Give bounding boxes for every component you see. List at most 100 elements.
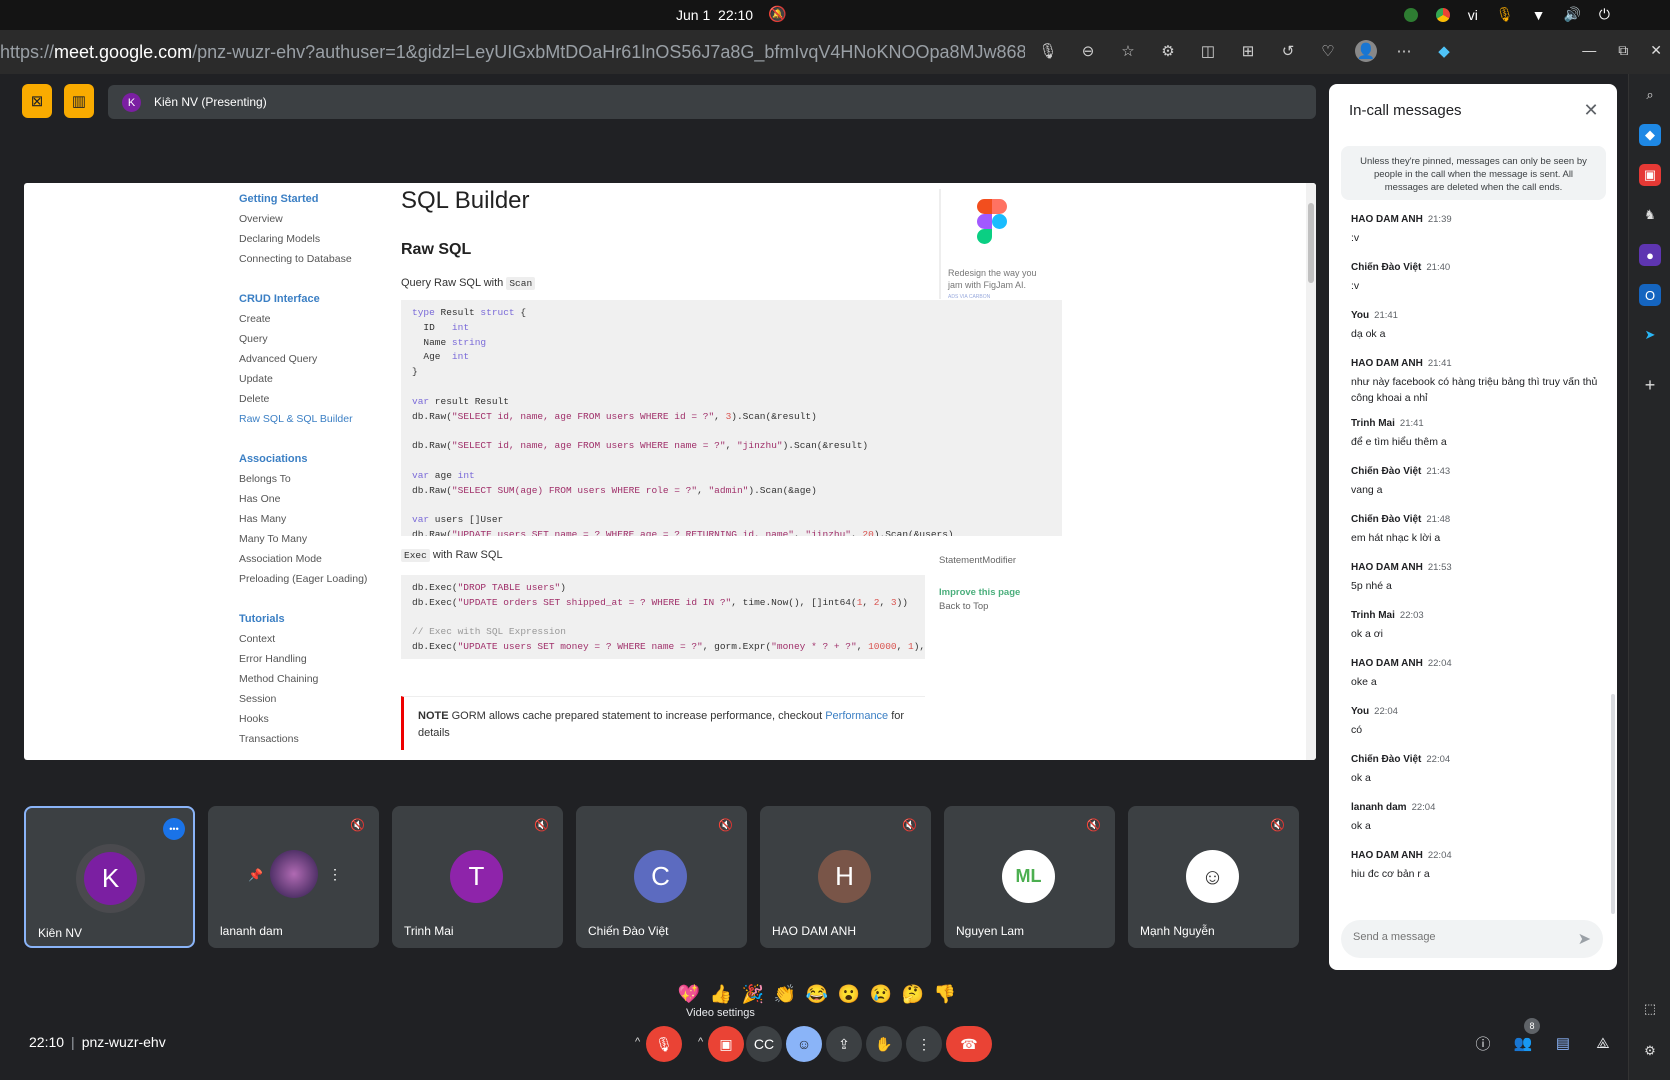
info-icon[interactable]: ⓘ xyxy=(1470,1030,1496,1056)
nav-item[interactable]: Method Chaining xyxy=(239,669,389,689)
mic-tray-icon[interactable]: 🎙 xyxy=(1496,6,1514,23)
improve-page-link[interactable]: Improve this page xyxy=(939,586,1020,600)
add-icon[interactable]: + xyxy=(1639,374,1661,396)
close-icon[interactable]: ✕ xyxy=(1579,98,1603,122)
history-icon[interactable]: ↺ xyxy=(1275,38,1301,64)
nav-item[interactable]: Raw SQL & SQL Builder xyxy=(239,409,389,429)
video-options-chevron-icon[interactable]: ^ xyxy=(698,1036,703,1048)
os-clock[interactable]: Jun 1 22:10 xyxy=(676,7,753,23)
nav-item[interactable]: Many To Many xyxy=(239,529,389,549)
nav-item[interactable]: Error Handling xyxy=(239,649,389,669)
nav-item[interactable]: Session xyxy=(239,689,389,709)
chrome-tray-icon[interactable] xyxy=(1435,7,1450,22)
power-icon[interactable]: ⏻ xyxy=(1599,6,1610,23)
split-screen-icon[interactable]: ◫ xyxy=(1195,38,1221,64)
volume-icon[interactable]: 🔊 xyxy=(1563,6,1580,23)
nav-item[interactable]: Transactions xyxy=(239,729,389,749)
nav-item[interactable]: Connecting to Database xyxy=(239,249,389,269)
nav-item[interactable]: Has Many xyxy=(239,509,389,529)
reaction-emoji[interactable]: 👎 xyxy=(932,981,958,1007)
stop-presenting-icon[interactable]: ⊠ xyxy=(22,84,52,118)
side-partial-link[interactable]: StatementModifier xyxy=(939,554,1020,568)
end-call-button[interactable]: ☎ xyxy=(946,1026,992,1062)
note-link[interactable]: Performance xyxy=(825,710,888,722)
participant-tile[interactable]: 📌 ⋮ lananh dam 🔇 xyxy=(208,806,379,948)
reaction-emoji[interactable]: 😂 xyxy=(804,981,830,1007)
reaction-emoji[interactable]: 👍 xyxy=(708,981,734,1007)
reaction-emoji[interactable]: 💖 xyxy=(676,981,702,1007)
nav-item[interactable]: Hooks xyxy=(239,709,389,729)
mic-icon[interactable]: 🎙 xyxy=(1035,38,1061,64)
participant-tile[interactable]: K Kiên NV ••• xyxy=(24,806,195,948)
performance-icon[interactable]: ♡ xyxy=(1315,38,1341,64)
address-bar[interactable]: https://meet.google.com/pnz-wuzr-ehv?aut… xyxy=(0,42,1025,63)
back-to-top-link[interactable]: Back to Top xyxy=(939,600,1020,614)
layout-icon[interactable]: ▥ xyxy=(64,84,94,118)
pin-icon[interactable]: 📌 xyxy=(248,868,263,882)
mic-off-button[interactable]: 🎙 xyxy=(646,1026,682,1062)
nav-item[interactable]: Declaring Models xyxy=(239,229,389,249)
shared-screen[interactable]: Getting Started Overview Declaring Models C… xyxy=(24,183,1316,760)
notifications-off-icon[interactable]: 🔕 xyxy=(768,5,787,23)
outlook-icon[interactable]: O xyxy=(1639,284,1661,306)
nav-item[interactable]: Has One xyxy=(239,489,389,509)
camera-off-button[interactable]: ▣ xyxy=(708,1026,744,1062)
reaction-emoji[interactable]: 👏 xyxy=(772,981,798,1007)
app-tray-icon[interactable] xyxy=(1403,7,1418,22)
shopping-tag-icon[interactable]: ◆ xyxy=(1639,124,1661,146)
copilot-sidebar-icon[interactable]: ● xyxy=(1639,244,1661,266)
send-icon[interactable]: ➤ xyxy=(1578,929,1591,949)
more-options-button[interactable]: ⋮ xyxy=(906,1026,942,1062)
audio-options-chevron-icon[interactable]: ^ xyxy=(635,1036,640,1048)
collections-icon[interactable]: ⊞ xyxy=(1235,38,1261,64)
sidebar-settings-icon[interactable]: ⚙ xyxy=(1639,1040,1661,1062)
tile-more-icon[interactable]: ⋮ xyxy=(328,866,342,883)
input-language[interactable]: vi xyxy=(1468,7,1478,23)
participant-tile[interactable]: ☺ Mạnh Nguyễn 🔇 xyxy=(1128,806,1299,948)
search-icon[interactable]: ⌕ xyxy=(1639,84,1661,106)
scroll-thumb[interactable] xyxy=(1308,203,1314,283)
favorite-star-icon[interactable]: ☆ xyxy=(1115,38,1141,64)
activities-icon[interactable]: ⟁ xyxy=(1590,1030,1616,1056)
nav-item[interactable]: Advanced Query xyxy=(239,349,389,369)
captions-button[interactable]: CC xyxy=(746,1026,782,1062)
chat-icon[interactable]: ▤ xyxy=(1550,1030,1576,1056)
nav-item[interactable]: Update xyxy=(239,369,389,389)
games-icon[interactable]: ♞ xyxy=(1639,204,1661,226)
nav-item[interactable]: Create xyxy=(239,309,389,329)
wifi-icon[interactable]: ▼ xyxy=(1532,7,1546,23)
chat-scrollbar[interactable] xyxy=(1611,694,1615,914)
screenshot-icon[interactable]: ⬚ xyxy=(1639,998,1661,1020)
profile-icon[interactable]: 👤 xyxy=(1355,40,1377,62)
extensions-icon[interactable]: ⚙ xyxy=(1155,38,1181,64)
nav-item[interactable]: Overview xyxy=(239,209,389,229)
raise-hand-button[interactable]: ✋ xyxy=(866,1026,902,1062)
nav-item[interactable]: Preloading (Eager Loading) xyxy=(239,569,389,589)
settings-more-icon[interactable]: ⋯ xyxy=(1391,38,1417,64)
screen-scrollbar[interactable] xyxy=(1306,183,1316,760)
participant-tile[interactable]: T Trinh Mai 🔇 xyxy=(392,806,563,948)
reaction-emoji[interactable]: 🤔 xyxy=(900,981,926,1007)
reaction-emoji[interactable]: 🎉 xyxy=(740,981,766,1007)
message-input[interactable] xyxy=(1353,931,1563,943)
minimize-icon[interactable]: — xyxy=(1582,42,1596,59)
people-icon[interactable]: 👥 8 xyxy=(1510,1018,1540,1056)
reaction-emoji[interactable]: 😢 xyxy=(868,981,894,1007)
nav-item[interactable]: Association Mode xyxy=(239,549,389,569)
restore-icon[interactable]: ⧉ xyxy=(1618,42,1628,59)
nav-item[interactable]: Delete xyxy=(239,389,389,409)
zoom-out-icon[interactable]: ⊖ xyxy=(1075,38,1101,64)
tools-icon[interactable]: ▣ xyxy=(1639,164,1661,186)
emoji-button[interactable]: ☺ xyxy=(786,1026,822,1062)
send-icon[interactable]: ➤ xyxy=(1639,324,1661,346)
present-button[interactable]: ⇪ xyxy=(826,1026,862,1062)
participant-tile[interactable]: C Chiến Đào Việt 🔇 xyxy=(576,806,747,948)
reaction-emoji[interactable]: 😮 xyxy=(836,981,862,1007)
participant-tile[interactable]: ML Nguyen Lam 🔇 xyxy=(944,806,1115,948)
nav-item[interactable]: Context xyxy=(239,629,389,649)
close-window-icon[interactable]: ✕ xyxy=(1650,42,1662,59)
nav-item[interactable]: Belongs To xyxy=(239,469,389,489)
nav-item[interactable]: Query xyxy=(239,329,389,349)
carbon-ad[interactable]: Redesign the way you jam with FigJam AI.… xyxy=(939,189,1043,300)
participant-tile[interactable]: H HAO DAM ANH 🔇 xyxy=(760,806,931,948)
